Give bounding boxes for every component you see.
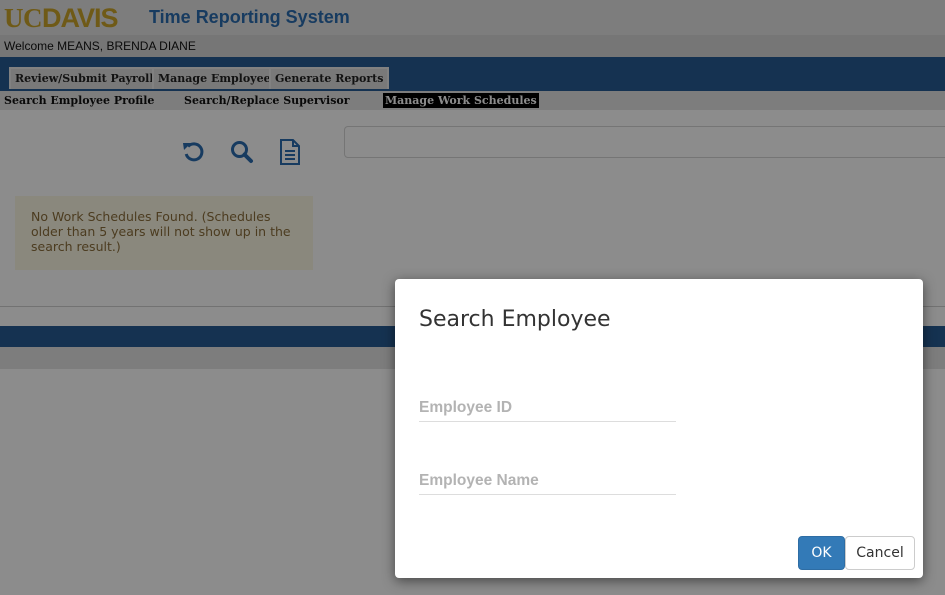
employee-id-field[interactable] [419, 395, 676, 422]
dialog-title: Search Employee [419, 307, 611, 332]
search-employee-dialog: Search Employee OK Cancel [395, 279, 923, 578]
cancel-button[interactable]: Cancel [845, 536, 915, 570]
employee-name-field[interactable] [419, 468, 676, 495]
ok-button[interactable]: OK [798, 536, 845, 570]
